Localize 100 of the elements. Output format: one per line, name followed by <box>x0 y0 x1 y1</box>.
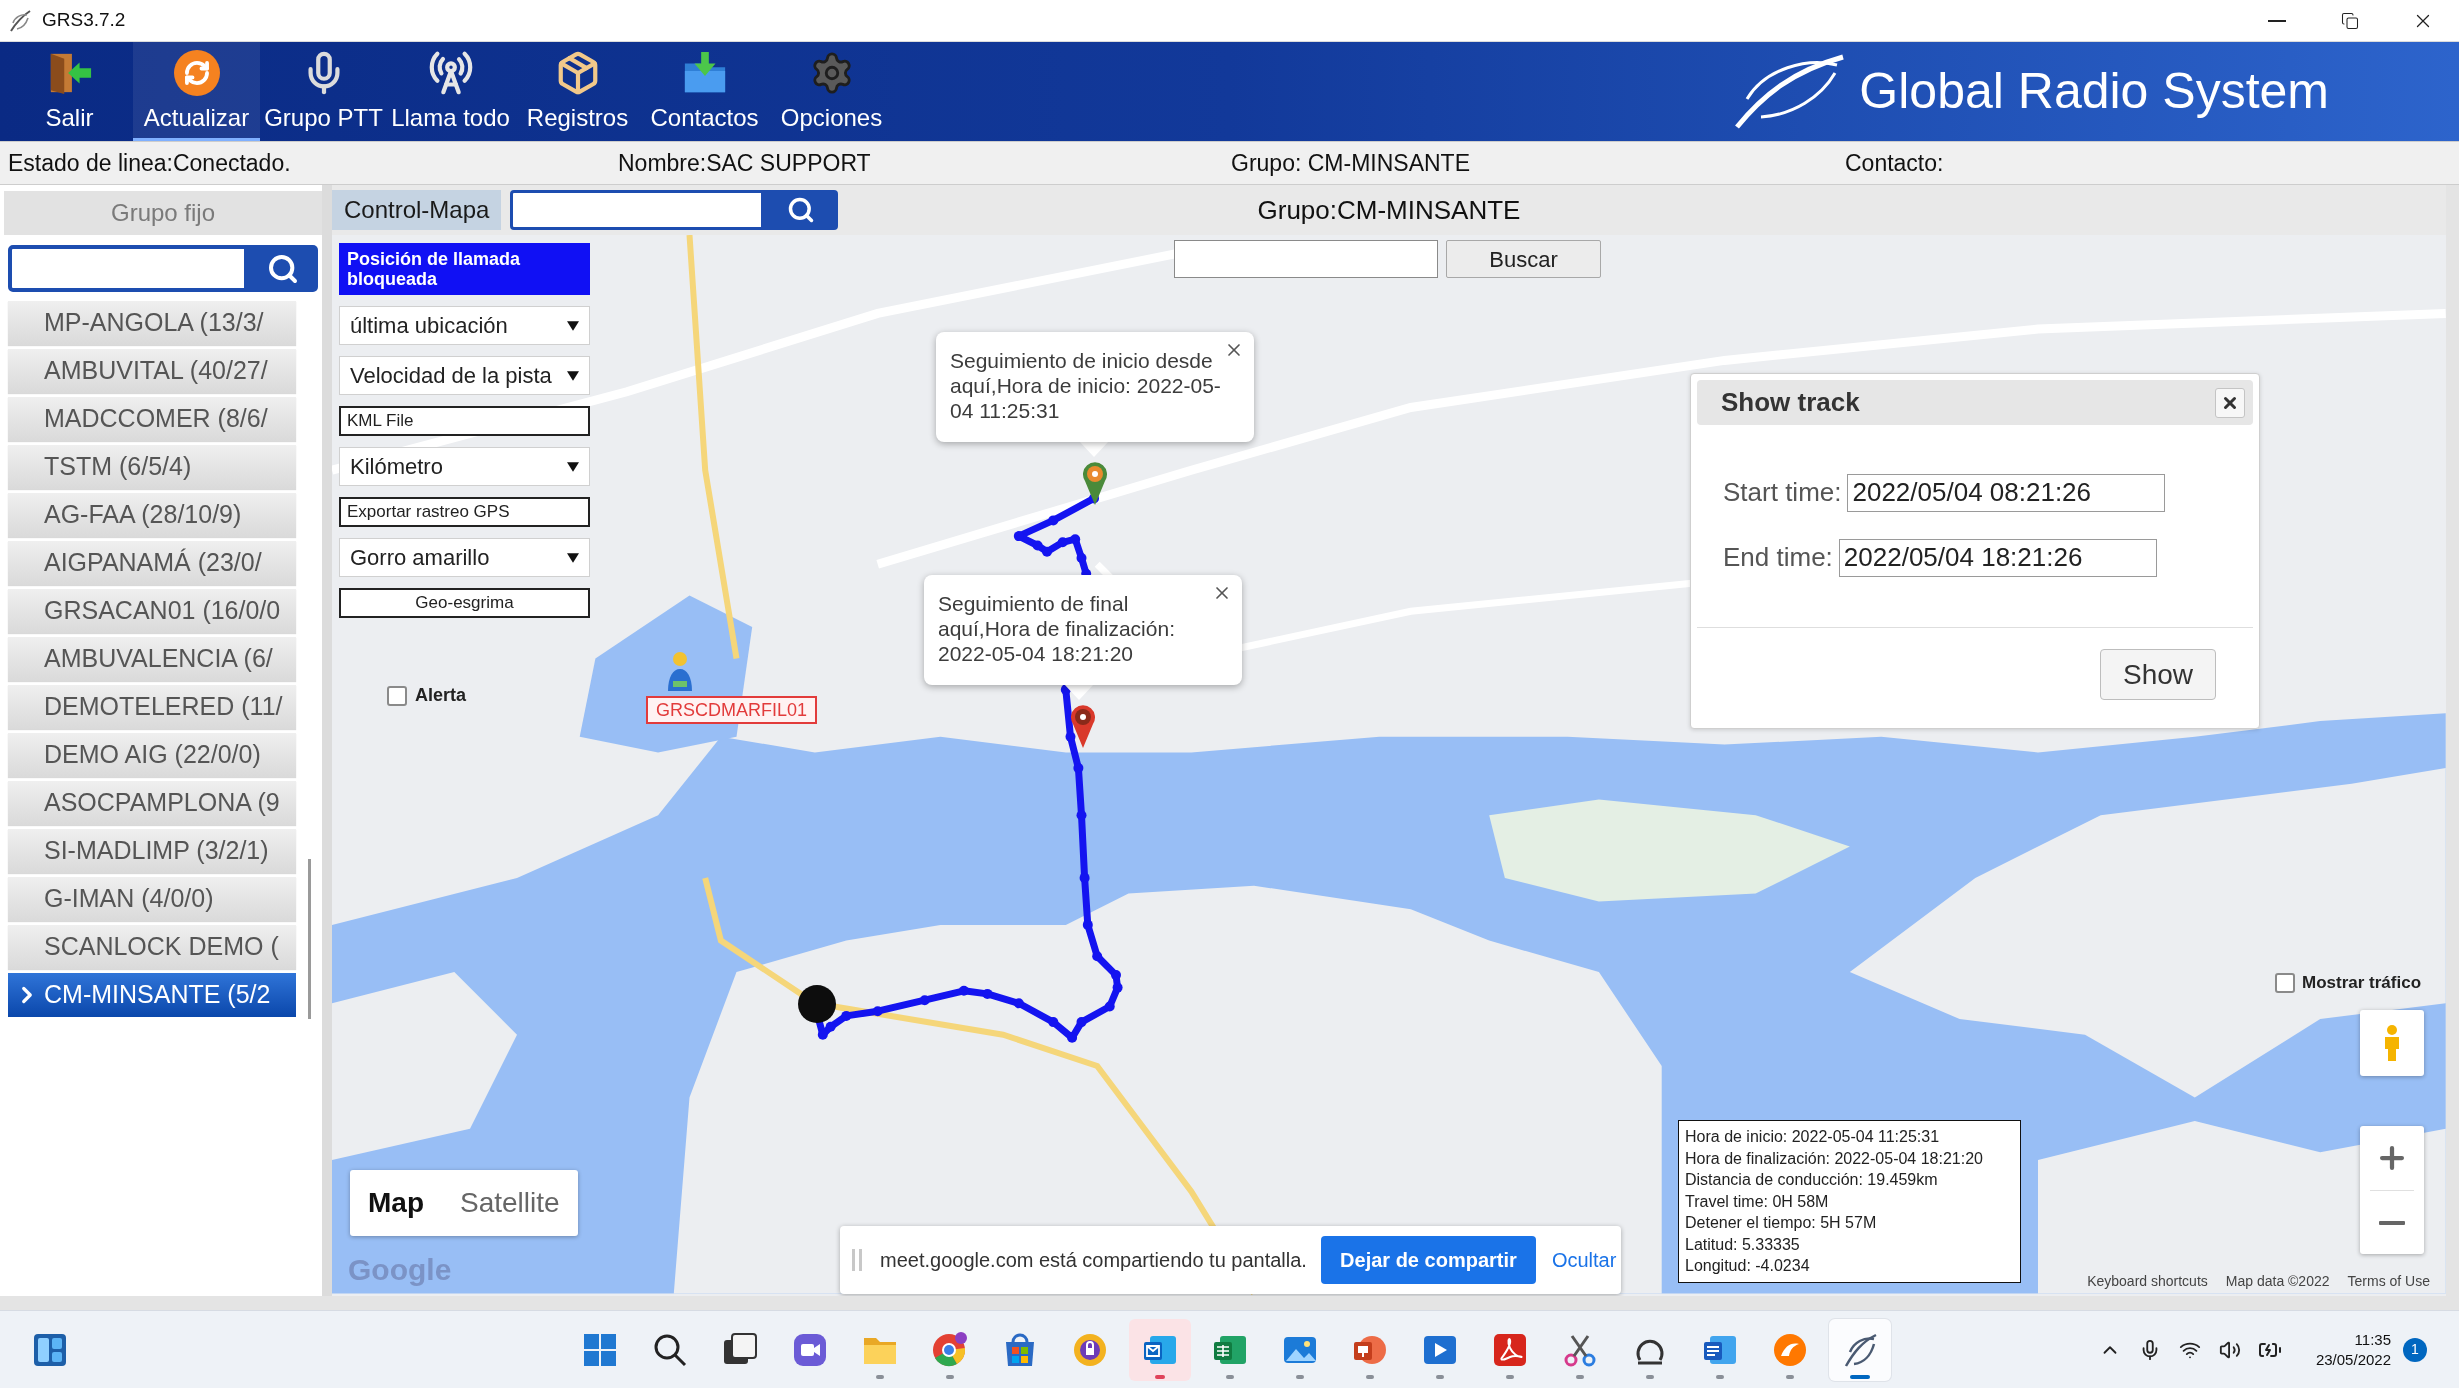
group-list-item[interactable]: ASOCPAMPLONA (9 <box>8 781 296 825</box>
track-info-line: Hora de finalización: 2022-05-04 18:21:20 <box>1685 1148 1984 1169</box>
checkbox-label: Alerta <box>415 684 467 707</box>
browser-icon <box>931 1331 968 1368</box>
search-icon <box>787 196 816 224</box>
group-list-item[interactable]: SCANLOCK DEMO ( <box>8 925 296 969</box>
running-indicator-icon <box>1785 1374 1794 1379</box>
group-list-item[interactable]: SI-MADLIMP (3/2/1) <box>8 829 296 873</box>
toolbar-button[interactable]: Actualizar <box>133 42 260 141</box>
map-type-tab[interactable]: Satellite <box>442 1170 578 1236</box>
grip-icon <box>852 1249 862 1271</box>
dialog-title: Show track <box>1721 386 1860 419</box>
stop-sharing-button[interactable]: Dejar de compartir <box>1320 1236 1536 1284</box>
map-type-tab[interactable]: Map <box>350 1170 442 1236</box>
map-search-button[interactable] <box>764 190 839 230</box>
group-search-field[interactable] <box>8 245 248 292</box>
attribution-link[interactable]: Terms of Use <box>2347 1271 2430 1292</box>
group-list-item[interactable]: AMBUVALENCIA (6/ <box>8 637 296 681</box>
group-list-item[interactable]: TSTM (6/5/4) <box>8 445 296 489</box>
search-button[interactable] <box>248 245 318 292</box>
action-button[interactable]: KML File <box>339 406 590 436</box>
caret-down-icon <box>567 370 579 381</box>
toolbar-button[interactable]: Registros <box>514 42 641 141</box>
minimize-icon <box>2267 19 2286 22</box>
map-pin-icon <box>1070 702 1096 750</box>
connection-status: Estado de linea:Conectado. <box>8 149 291 176</box>
group-list-item[interactable]: GRSACAN01 (16/0/0 <box>8 589 296 633</box>
person-marker-icon <box>665 651 695 693</box>
running-indicator-icon <box>1365 1374 1374 1379</box>
alert-checkbox[interactable] <box>387 685 407 706</box>
person-icon <box>2382 1025 2402 1061</box>
group-list-item[interactable]: AMBUVITAL (40/27/ <box>8 349 296 393</box>
clock-button[interactable]: 11:35 23/05/2022 <box>2315 1329 2391 1370</box>
antenna-icon <box>427 50 474 96</box>
dropdown[interactable]: Gorro amarillo <box>339 538 590 577</box>
end-time-field[interactable]: 2022/05/04 18:21:26 <box>1838 538 2157 577</box>
caret-down-icon <box>567 320 579 331</box>
dropdown[interactable]: última ubicación <box>339 306 590 345</box>
action-button[interactable]: Geo-esgrima <box>339 588 590 618</box>
grid-squares-icon <box>581 1331 618 1368</box>
current-group: Grupo: CM-MINSANTE <box>1231 149 1470 176</box>
running-indicator-icon <box>1154 1374 1165 1379</box>
traffic-checkbox[interactable] <box>2275 972 2295 993</box>
attribution-link[interactable]: Keyboard shortcuts <box>2087 1271 2208 1292</box>
group-list-item[interactable]: MADCCOMER (8/6/ <box>8 397 296 441</box>
toolbar-button[interactable]: Opciones <box>768 42 895 141</box>
running-indicator-icon <box>945 1374 954 1379</box>
taskbar-button[interactable] <box>1828 1318 1891 1381</box>
minus-icon <box>2379 1220 2405 1225</box>
hide-link[interactable]: Ocultar <box>1551 1245 1617 1275</box>
video-chat-icon <box>791 1331 828 1368</box>
brand-name: Global Radio System <box>1859 62 2329 121</box>
running-indicator-icon <box>1715 1374 1724 1379</box>
start-time-field[interactable]: 2022/05/04 08:21:26 <box>1847 473 2166 512</box>
circle-logo-icon <box>1771 1331 1808 1368</box>
toolbar-button[interactable]: Grupo PTT <box>260 42 387 141</box>
group-list-item[interactable]: DEMOTELERED (11/ <box>8 685 296 729</box>
app-logo-icon <box>8 8 32 33</box>
attribution-link[interactable]: Map data ©2022 <box>2225 1271 2330 1292</box>
share-message: meet.google.com está compartiendo tu pantalla. <box>880 1248 1307 1273</box>
group-list-item[interactable]: MP-ANGOLA (13/3/ <box>8 301 296 345</box>
lock-circle-icon <box>1071 1331 1108 1368</box>
track-info-line: Latitud: 5.33335 <box>1685 1234 1801 1255</box>
contact-label: Contacto: <box>1845 149 1944 176</box>
group-list-item[interactable]: CM-MINSANTE (5/2 <box>8 973 296 1017</box>
show-button[interactable]: Show <box>2100 649 2216 700</box>
dropdown[interactable]: Velocidad de la pista <box>339 356 590 395</box>
track-info-line: Detener el tiempo: 5H 57M <box>1685 1213 1878 1233</box>
popup-text: Seguimiento de final aquí,Hora de finalización: 2022-05-04 18:21:20 <box>938 591 1176 666</box>
restore-icon <box>2340 11 2359 30</box>
running-indicator-icon <box>1295 1374 1304 1379</box>
action-button[interactable]: Exportar rastreo GPS <box>339 497 590 527</box>
track-info-line: Travel time: 0H 58M <box>1685 1191 1830 1212</box>
unit-label: GRSCDMARFIL01 <box>646 696 818 724</box>
map-title: Grupo:CM-MINSANTE <box>1257 193 1521 227</box>
start-time-label: Start time: <box>1723 476 1842 509</box>
group-list-item[interactable]: G-IMAN (4/0/0) <box>8 877 296 921</box>
panel-title: Grupo fijo <box>4 191 322 235</box>
toolbar-button[interactable]: Llama todo <box>387 42 514 141</box>
group-list-item[interactable]: AIGPANAMÁ (23/0/ <box>8 541 296 585</box>
scrollbar-thumb[interactable] <box>308 859 311 1019</box>
group-list-item[interactable]: AG-FAA (28/10/9) <box>8 493 296 537</box>
toolbar-button[interactable]: Salir <box>6 42 133 141</box>
running-indicator-icon <box>1435 1374 1444 1379</box>
running-indicator-icon <box>875 1374 884 1379</box>
group-list-item[interactable]: DEMO AIG (22/0/0) <box>8 733 296 777</box>
end-time-label: End time: <box>1723 541 1833 574</box>
position-dot-icon <box>797 983 837 1025</box>
track-info-line: Distancia de conducción: 19.459km <box>1685 1170 1939 1190</box>
map-tab[interactable]: Control-Mapa <box>332 190 502 230</box>
map-search-field[interactable] <box>510 190 765 230</box>
close-button[interactable] <box>2215 387 2245 418</box>
search-button[interactable]: Buscar <box>1446 240 1601 278</box>
document-icon <box>1491 1331 1528 1368</box>
running-indicator-icon <box>1505 1374 1514 1379</box>
toolbar-button[interactable]: Contactos <box>641 42 768 141</box>
toggle-button[interactable]: Posición de llamada bloqueada <box>339 243 590 295</box>
notification-badge[interactable]: 1 <box>2403 1337 2427 1362</box>
dropdown[interactable]: Kilómetro <box>339 447 590 486</box>
place-search-field[interactable] <box>1174 240 1438 278</box>
